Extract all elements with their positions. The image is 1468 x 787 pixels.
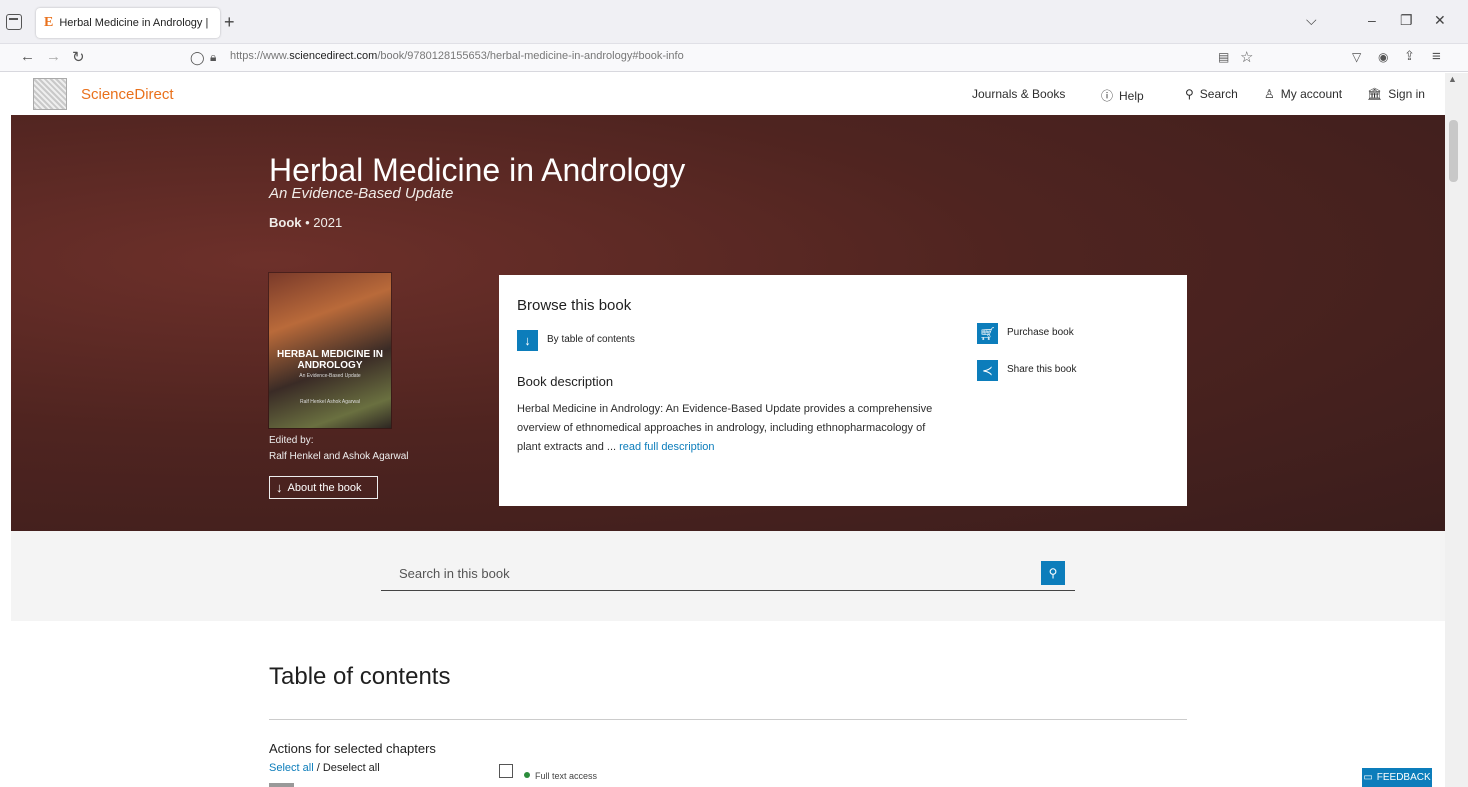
scroll-up-icon[interactable]: ▲ [1448, 74, 1457, 84]
site-header: ScienceDirect Journals & Books ⓘ Help ⚲ Se… [11, 73, 1445, 115]
lock-icon[interactable]: 🔒︎ [210, 50, 216, 65]
profile-icon[interactable]: ◉ [1378, 50, 1388, 64]
shield-icon[interactable]: ◯ [190, 50, 205, 66]
full-text-label: Full text access [535, 771, 598, 781]
url-prefix: https://www. [230, 50, 290, 62]
help-label: Help [1119, 89, 1144, 103]
sign-in-label: Sign in [1388, 87, 1425, 101]
separator: / [316, 762, 320, 774]
book-hero: Herbal Medicine in Andrology An Evidence… [11, 115, 1445, 531]
search-icon: ⚲ [1048, 566, 1058, 580]
editors: Ralf Henkel and Ashok Agarwal [269, 451, 409, 462]
browser-tab[interactable]: E Herbal Medicine in Andrology | × [36, 8, 220, 38]
edited-by-label: Edited by: [269, 435, 314, 446]
chapter-checkbox[interactable] [499, 764, 513, 778]
bookmark-star-icon[interactable]: ☆ [1240, 48, 1253, 66]
book-subtitle: An Evidence-Based Update [269, 185, 454, 202]
read-full-description-link[interactable]: read full description [619, 441, 714, 453]
help-link[interactable]: ⓘ Help [1101, 87, 1144, 104]
reader-view-icon[interactable]: ▤ [1218, 50, 1229, 64]
share-icon[interactable]: ≺ [977, 360, 998, 381]
elsevier-favicon-icon: E [44, 15, 54, 30]
search-label: Search [1199, 87, 1238, 101]
search-submit-button[interactable]: ⚲ [1041, 561, 1065, 585]
cart-icon[interactable]: 🛒︎ [977, 323, 998, 344]
cover-subtitle: An Evidence-Based Update [299, 373, 361, 379]
user-icon: ♙ [1264, 87, 1275, 101]
minimize-icon[interactable]: – [1368, 12, 1376, 28]
actions-heading: Actions for selected chapters [269, 741, 436, 756]
scrollbar-thumb[interactable] [1449, 120, 1458, 182]
close-window-icon[interactable]: ✕ [1434, 12, 1446, 29]
select-controls: Select all / Deselect all [269, 762, 380, 774]
extensions-icon[interactable]: ⇪ [1404, 48, 1415, 64]
new-tab-icon[interactable]: + [224, 12, 235, 33]
tab-title: Herbal Medicine in Andrology | × [59, 17, 212, 29]
browse-card: Browse this book ↓ By table of contents … [499, 275, 1187, 506]
book-meta: Book • 2021 [269, 215, 343, 230]
share-this-book-link[interactable]: Share this book [1007, 364, 1077, 375]
feedback-label: FEEDBACK [1376, 772, 1431, 783]
tab-overflow-icon[interactable]: ⌵ [1306, 12, 1317, 29]
purchase-book-link[interactable]: Purchase book [1007, 327, 1074, 338]
address-bar[interactable]: https://www.sciencedirect.com/book/97801… [230, 50, 684, 62]
by-table-of-contents-link[interactable]: By table of contents [547, 334, 635, 345]
browse-heading: Browse this book [517, 297, 632, 314]
search-link[interactable]: ⚲ Search [1185, 87, 1238, 101]
arrow-down-icon[interactable]: ↓ [517, 330, 538, 351]
help-icon: ⓘ [1101, 89, 1114, 103]
arrow-down-icon: ↓ [276, 480, 283, 495]
book-title: Herbal Medicine in Andrology [269, 152, 686, 188]
deselect-all-link[interactable]: Deselect all [323, 762, 380, 774]
search-in-book-input[interactable] [381, 557, 1075, 591]
url-path: /book/9780128155653/herbal-medicine-in-a… [377, 50, 684, 62]
browser-tab-bar: E Herbal Medicine in Andrology | × + ⌵ –… [0, 0, 1468, 44]
book-type: Book [269, 215, 302, 230]
cover-editors: Ralf Henkel Ashok Agarwal [299, 399, 361, 405]
book-description-heading: Book description [517, 374, 614, 389]
chapter-row-marker [269, 783, 294, 787]
elsevier-tree-logo[interactable] [33, 78, 67, 110]
my-account-link[interactable]: ♙ My account [1264, 87, 1342, 101]
institution-icon: 🏛︎ [1367, 87, 1383, 101]
book-cover-image[interactable]: HERBAL MEDICINE IN ANDROLOGY An Evidence… [269, 273, 391, 428]
account-label: My account [1280, 87, 1343, 101]
feedback-button[interactable]: ▭ FEEDBACK [1362, 768, 1432, 787]
pocket-icon[interactable]: ▽ [1352, 50, 1361, 64]
toc-section: Table of contents Actions for selected c… [11, 621, 1445, 787]
url-domain: sciencedirect.com [289, 50, 378, 62]
back-icon[interactable]: ← [20, 48, 35, 65]
about-label: About the book [287, 481, 362, 494]
toc-heading: Table of contents [269, 663, 451, 690]
select-all-link[interactable]: Select all [269, 762, 314, 774]
cover-title: HERBAL MEDICINE IN ANDROLOGY [277, 349, 383, 371]
full-text-access-legend: Full text access [524, 771, 597, 781]
book-year: 2021 [313, 215, 343, 230]
divider [269, 719, 1187, 720]
description-text: Herbal Medicine in Andrology: An Evidenc… [517, 403, 933, 453]
menu-icon[interactable]: ≡ [1432, 48, 1441, 65]
browser-nav-bar: ← → ↻ ◯ 🔒︎ https://www.sciencedirect.com… [0, 44, 1468, 72]
chat-icon: ▭ [1363, 772, 1373, 783]
sciencedirect-logo-text[interactable]: ScienceDirect [81, 86, 174, 103]
search-band: ⚲ [11, 531, 1445, 621]
forward-icon[interactable]: → [46, 48, 61, 65]
full-access-dot-icon [524, 772, 530, 778]
sign-in-link[interactable]: 🏛︎ Sign in [1367, 87, 1425, 101]
book-description: Herbal Medicine in Andrology: An Evidenc… [517, 400, 947, 457]
search-icon: ⚲ [1185, 87, 1194, 101]
journals-books-link[interactable]: Journals & Books [972, 87, 1065, 101]
restore-icon[interactable]: ❐ [1400, 12, 1413, 29]
reload-icon[interactable]: ↻ [72, 48, 85, 66]
about-the-book-button[interactable]: ↓ About the book [269, 476, 378, 499]
tab-list-icon[interactable] [6, 14, 22, 30]
